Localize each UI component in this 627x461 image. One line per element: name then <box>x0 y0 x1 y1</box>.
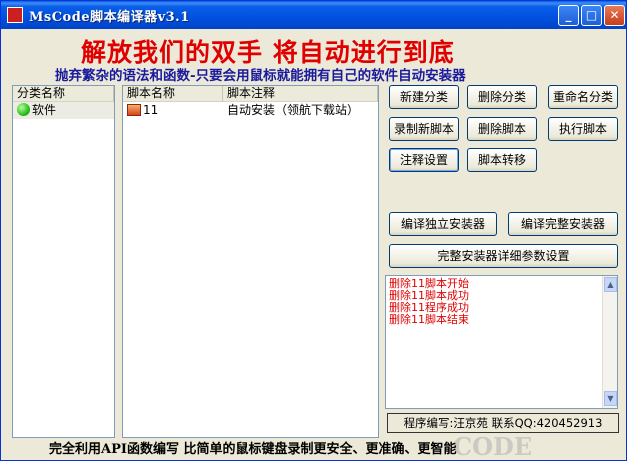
title-bar[interactable]: MsCode脚本编译器v3.1 _ □ ✕ <box>1 1 626 29</box>
script-list[interactable]: 脚本名称 脚本注释 11 自动安装（领航下载站） <box>122 85 379 438</box>
watermark: CODE <box>453 432 533 461</box>
category-name: 软件 <box>32 103 57 117</box>
delete-category-button[interactable]: 删除分类 <box>467 85 537 109</box>
compile-standalone-button[interactable]: 编译独立安装器 <box>389 212 497 236</box>
script-row[interactable]: 11 自动安装（领航下载站） <box>123 102 378 119</box>
scroll-down-icon[interactable]: ▼ <box>604 391 617 406</box>
script-list-header: 脚本名称 脚本注释 <box>123 86 378 102</box>
full-installer-settings-button[interactable]: 完整安装器详细参数设置 <box>389 244 618 268</box>
maximize-button[interactable]: □ <box>581 5 602 26</box>
compile-full-button[interactable]: 编译完整安装器 <box>508 212 618 236</box>
record-script-button[interactable]: 录制新脚本 <box>389 117 459 141</box>
move-script-button[interactable]: 脚本转移 <box>467 148 537 172</box>
column-header-script-name[interactable]: 脚本名称 <box>123 86 223 102</box>
app-icon <box>7 7 23 23</box>
comment-settings-button[interactable]: 注释设置 <box>389 148 459 172</box>
author-credit: 程序编写:汪京苑 联系QQ:420452913 <box>387 413 619 433</box>
script-comment: 自动安装（领航下载站） <box>227 103 360 117</box>
footer-slogan: 完全利用API函数编写 比简单的鼠标键盘录制更安全、更准确、更智能 <box>49 442 457 457</box>
column-header-script-comment[interactable]: 脚本注释 <box>223 86 378 102</box>
delete-script-button[interactable]: 删除脚本 <box>467 117 537 141</box>
green-dot-icon <box>17 103 30 116</box>
category-list-header: 分类名称 <box>13 86 114 102</box>
category-list[interactable]: 分类名称 软件 <box>12 85 115 438</box>
window-title: MsCode脚本编译器v3.1 <box>29 10 190 25</box>
rename-category-button[interactable]: 重命名分类 <box>548 85 618 109</box>
scroll-up-icon[interactable]: ▲ <box>604 277 617 292</box>
banner-subline: 抛弃繁杂的语法和函数-只要会用鼠标就能拥有自己的软件自动安装器 <box>55 68 466 84</box>
main-window: MsCode脚本编译器v3.1 _ □ ✕ 解放我们的双手 将自动进行到底 抛弃… <box>0 0 627 461</box>
script-name: 11 <box>143 103 159 117</box>
category-row[interactable]: 软件 <box>13 102 114 119</box>
column-header-category-name[interactable]: 分类名称 <box>13 86 114 102</box>
log-line: 删除11脚本结束 <box>389 313 469 326</box>
close-button[interactable]: ✕ <box>604 5 625 26</box>
minimize-button[interactable]: _ <box>558 5 579 26</box>
log-scrollbar[interactable]: ▲ ▼ <box>602 276 617 408</box>
new-category-button[interactable]: 新建分类 <box>389 85 459 109</box>
run-script-button[interactable]: 执行脚本 <box>548 117 618 141</box>
log-output[interactable]: 删除11脚本开始 删除11脚本成功 删除11程序成功 删除11脚本结束 ▲ ▼ <box>385 275 618 409</box>
script-icon <box>127 104 141 116</box>
